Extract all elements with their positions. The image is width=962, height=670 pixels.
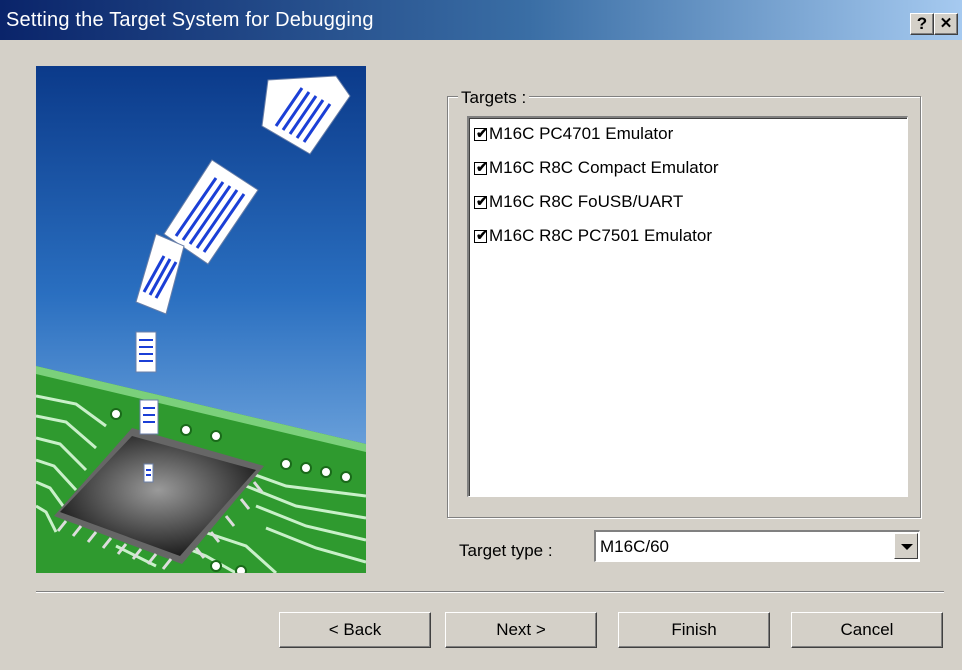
target-item-pc7501[interactable]: ✔ M16C R8C PC7501 Emulator <box>474 223 712 249</box>
wizard-illustration <box>36 66 366 573</box>
targets-group-label: Targets : <box>458 88 530 108</box>
target-type-select[interactable]: M16C/60 <box>594 530 920 562</box>
back-button[interactable]: < Back <box>279 612 431 648</box>
target-checkbox[interactable]: ✔ <box>474 193 488 209</box>
target-item-label: M16C R8C Compact Emulator <box>489 158 719 177</box>
finish-button[interactable]: Finish <box>618 612 770 648</box>
target-checkbox[interactable]: ✔ <box>474 125 488 141</box>
target-type-value: M16C/60 <box>600 537 669 556</box>
target-item-label: M16C R8C PC7501 Emulator <box>489 226 712 245</box>
target-item-label: M16C PC4701 Emulator <box>489 124 674 143</box>
target-checkbox[interactable]: ✔ <box>474 159 488 175</box>
targets-listbox[interactable]: ✔ M16C PC4701 Emulator ✔ M16C R8C Compac… <box>467 116 908 497</box>
title-bar[interactable]: Setting the Target System for Debugging … <box>0 0 962 40</box>
help-button[interactable]: ? <box>910 13 934 35</box>
target-item-r8c-compact[interactable]: ✔ M16C R8C Compact Emulator <box>474 155 719 181</box>
target-item-label: M16C R8C FoUSB/UART <box>489 192 684 211</box>
window-title: Setting the Target System for Debugging <box>6 9 374 31</box>
target-item-fousb-uart[interactable]: ✔ M16C R8C FoUSB/UART <box>474 189 683 215</box>
next-button[interactable]: Next > <box>445 612 597 648</box>
target-checkbox[interactable]: ✔ <box>474 227 488 243</box>
dropdown-arrow-button[interactable] <box>894 533 918 559</box>
chevron-down-icon <box>901 544 913 550</box>
button-separator <box>36 591 944 593</box>
cancel-button[interactable]: Cancel <box>791 612 943 648</box>
target-item-pc4701[interactable]: ✔ M16C PC4701 Emulator <box>474 121 673 147</box>
target-type-label: Target type : <box>459 541 553 560</box>
dialog-window: Setting the Target System for Debugging … <box>0 0 962 670</box>
close-button[interactable]: ✕ <box>934 13 958 35</box>
